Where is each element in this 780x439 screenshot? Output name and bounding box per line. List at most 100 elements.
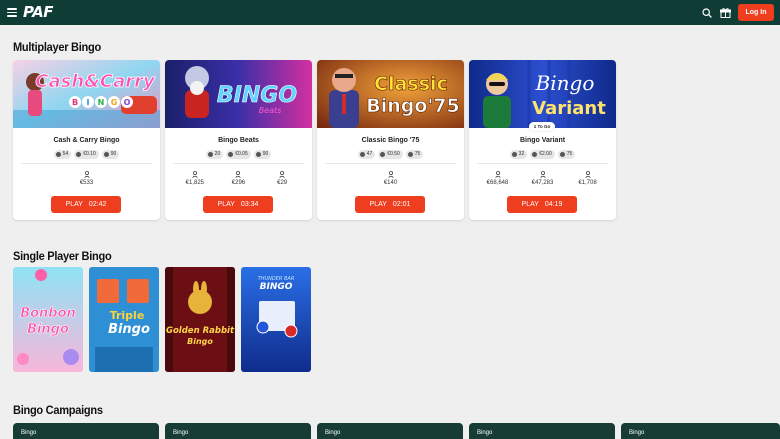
- person-icon: [83, 171, 90, 178]
- person-icon: [235, 171, 242, 178]
- jackpot: €1,825: [175, 171, 215, 186]
- jackpot: €47,283: [523, 171, 563, 186]
- game-tile-thunder-bar-bingo[interactable]: THUNDER BAR BINGO: [241, 267, 311, 372]
- ticket-price-chip: €0.10: [74, 150, 99, 159]
- ball-icon: [407, 152, 413, 157]
- jackpot-row: €533: [13, 171, 160, 186]
- jackpot-row: €140: [317, 171, 464, 186]
- ball-icon: [559, 152, 565, 157]
- divider: [173, 163, 304, 164]
- divider: [477, 163, 608, 164]
- svg-text:Bingo: Bingo: [187, 337, 213, 346]
- play-button[interactable]: PLAY 03:34: [203, 196, 273, 213]
- jackpot: €29: [262, 171, 302, 186]
- ticket-icon: [76, 152, 82, 157]
- players-icon: [55, 152, 61, 157]
- svg-text:Triple: Triple: [110, 309, 145, 322]
- svg-text:Golden Rabbit: Golden Rabbit: [166, 326, 235, 336]
- svg-text:Bingo: Bingo: [108, 322, 150, 337]
- svg-text:BINGO: BINGO: [260, 282, 293, 292]
- game-stats: 32 €2.00 75: [469, 150, 616, 159]
- login-button[interactable]: Log In: [738, 4, 774, 21]
- svg-text:O: O: [124, 98, 131, 107]
- campaign-card[interactable]: Bingo: [317, 423, 463, 439]
- bingo-campaigns-heading: Bingo Campaigns: [13, 403, 103, 417]
- campaign-card[interactable]: Bingo: [13, 423, 159, 439]
- campaign-card[interactable]: Bingo: [469, 423, 615, 439]
- players-icon: [207, 152, 213, 157]
- svg-text:Bingo: Bingo: [535, 71, 595, 95]
- players-chip: 47: [357, 150, 376, 159]
- ticket-price-chip: €0.50: [378, 150, 403, 159]
- person-icon: [387, 171, 394, 178]
- game-title: Bingo Variant: [519, 137, 566, 144]
- jackpot: €1,708: [568, 171, 608, 186]
- players-chip: 32: [509, 150, 528, 159]
- divider: [21, 163, 152, 164]
- players-icon: [359, 152, 365, 157]
- play-button[interactable]: PLAY 02:01: [355, 196, 425, 213]
- ticket-icon: [380, 152, 386, 157]
- person-icon: [584, 171, 591, 178]
- play-button[interactable]: PLAY 04:19: [507, 196, 577, 213]
- svg-text:BINGO: BINGO: [217, 83, 297, 108]
- ticket-price-chip: €0.05: [226, 150, 251, 159]
- countdown-timer: 04:19: [544, 201, 563, 208]
- countdown-timer: 03:34: [240, 201, 259, 208]
- person-icon: [279, 171, 285, 178]
- svg-text:B: B: [72, 98, 78, 107]
- balls-chip: 90: [253, 150, 272, 159]
- jackpot: €296: [218, 171, 258, 186]
- campaign-card[interactable]: Bingo: [621, 423, 780, 439]
- jackpot-row: €1,825 €296 €29: [165, 171, 312, 186]
- person-icon: [494, 171, 501, 178]
- balls-chip: 90: [101, 150, 120, 159]
- jackpot: €140: [371, 171, 411, 186]
- game-tile-triple-bingo[interactable]: Triple Bingo: [89, 267, 159, 372]
- countdown-timer: 02:42: [88, 201, 107, 208]
- players-chip: 54: [53, 150, 72, 159]
- svg-text:Cash&Carry: Cash&Carry: [35, 71, 156, 92]
- svg-text:I: I: [87, 98, 90, 107]
- campaign-card[interactable]: Bingo: [165, 423, 311, 439]
- game-tile-bonbon-bingo[interactable]: Bonbon Bingo: [13, 267, 83, 372]
- jackpot-row: €68,648 €47,283 €1,708: [469, 171, 616, 186]
- paf-logo[interactable]: PAF: [23, 4, 53, 21]
- jackpot: €68,648: [478, 171, 518, 186]
- ticket-price-chip: €2.00: [530, 150, 555, 159]
- players-chip: 20: [205, 150, 224, 159]
- menu-icon[interactable]: [7, 8, 17, 17]
- ticket-icon: [532, 152, 538, 157]
- game-title: Cash & Carry Bingo: [53, 137, 120, 144]
- game-tile-golden-rabbit-bingo[interactable]: Golden Rabbit Bingo: [165, 267, 235, 372]
- person-icon: [192, 171, 198, 178]
- play-button[interactable]: PLAY 02:42: [51, 196, 121, 213]
- person-icon: [539, 171, 546, 178]
- game-stats: 47 €0.50 75: [317, 150, 464, 159]
- search-icon[interactable]: [702, 8, 712, 18]
- single-player-bingo-heading: Single Player Bingo: [13, 249, 112, 263]
- svg-text:Beats: Beats: [259, 106, 282, 115]
- game-card-bingo-beats[interactable]: BINGO Beats Bingo Beats 20 €0.05 90 PLAY…: [165, 60, 312, 220]
- game-art-classic-bingo-75[interactable]: Classic Bingo'75: [317, 60, 464, 128]
- game-card-cash-carry-bingo[interactable]: Cash&Carry B I N G O Cash & Carry Bingo …: [13, 60, 160, 220]
- game-art-bingo-variant[interactable]: Bingo Variant: [469, 60, 616, 128]
- game-card-classic-bingo-75[interactable]: Classic Bingo'75 Classic Bingo '75 47 €0…: [317, 60, 464, 220]
- game-stats: 20 €0.05 90: [165, 150, 312, 159]
- to-go-badge: 1 To Go: [529, 122, 555, 131]
- gift-icon[interactable]: [720, 7, 731, 18]
- svg-text:Classic: Classic: [374, 73, 448, 95]
- multiplayer-bingo-heading: Multiplayer Bingo: [13, 40, 101, 54]
- game-art-cash-carry[interactable]: Cash&Carry B I N G O: [13, 60, 160, 128]
- svg-text:Bingo: Bingo: [27, 322, 69, 337]
- game-art-bingo-beats[interactable]: BINGO Beats: [165, 60, 312, 128]
- ticket-icon: [228, 152, 234, 157]
- game-title: Bingo Beats: [218, 137, 259, 144]
- ball-icon: [103, 152, 109, 157]
- balls-chip: 75: [557, 150, 576, 159]
- divider: [325, 163, 456, 164]
- game-card-bingo-variant[interactable]: Bingo Variant 1 To Go Bingo Variant 32 €…: [469, 60, 616, 220]
- jackpot: €533: [67, 171, 107, 186]
- game-stats: 54 €0.10 90: [13, 150, 160, 159]
- players-icon: [511, 152, 517, 157]
